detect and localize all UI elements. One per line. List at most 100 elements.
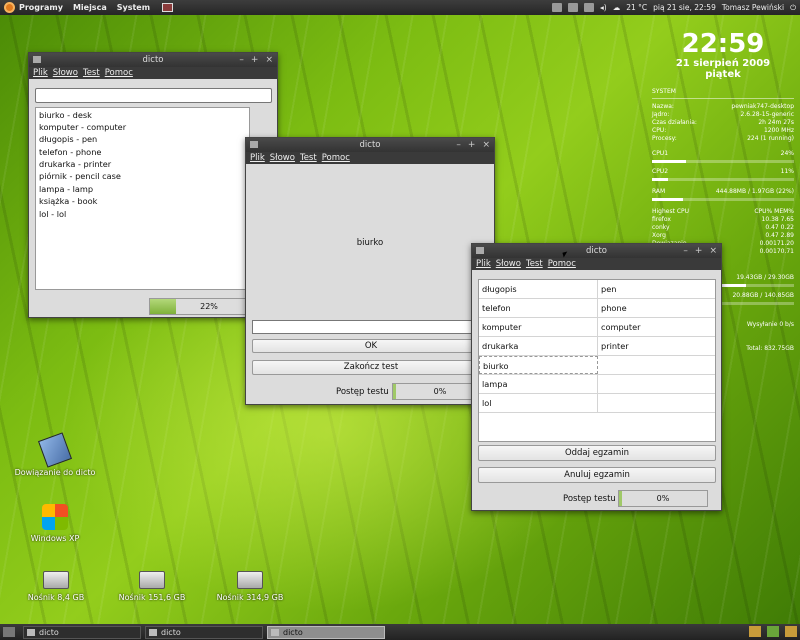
trash-icon[interactable] <box>785 626 797 637</box>
menu-pomoc[interactable]: Pomoc <box>322 153 350 163</box>
ok-button[interactable]: OK <box>252 339 490 353</box>
polish-word-cell: lampa <box>479 375 598 393</box>
window-titlebar[interactable]: dicto – + × <box>246 138 494 152</box>
end-test-button[interactable]: Zakończ test <box>252 360 490 375</box>
volume-icon[interactable]: ◂) <box>600 3 607 12</box>
window-titlebar[interactable]: dicto – + × <box>29 53 277 67</box>
taskbar-item-active[interactable]: dicto <box>267 625 385 639</box>
temperature[interactable]: 21 °C <box>626 3 647 12</box>
desktop-icon-drive-3[interactable]: Nośnik 314,9 GB <box>210 571 290 602</box>
answer-input[interactable] <box>252 320 490 334</box>
menu-pomoc[interactable]: Pomoc <box>548 259 576 269</box>
answer-cell[interactable]: pen <box>598 280 715 298</box>
menu-programy[interactable]: Programy <box>19 3 63 12</box>
minimize-icon[interactable]: – <box>456 138 461 152</box>
hard-drive-icon <box>139 571 165 589</box>
desktop-icon-dicto-link[interactable]: Dowiązanie do dicto <box>10 432 100 477</box>
list-item[interactable]: długopis - pen <box>36 133 249 145</box>
proc-value: 0.47 0.22 <box>765 224 794 231</box>
ubuntu-logo-icon[interactable] <box>4 2 15 13</box>
bottom-panel: dicto dicto dicto <box>0 624 800 640</box>
list-item[interactable]: telefon - phone <box>36 145 249 157</box>
desktop-icon-label: Dowiązanie do dicto <box>14 468 96 477</box>
table-row: biurko <box>479 356 715 375</box>
show-desktop-icon[interactable] <box>3 627 15 637</box>
conky-key: CPU: <box>652 127 667 134</box>
desktop-icon-drive-1[interactable]: Nośnik 8,4 GB <box>16 571 96 602</box>
cpu2-value: 11% <box>780 168 794 175</box>
clock[interactable]: pią 21 sie, 22:59 <box>653 3 716 12</box>
proc-value: 0.47 2.89 <box>765 232 794 239</box>
network-icon[interactable] <box>551 3 562 12</box>
menu-slowo[interactable]: Słowo <box>270 153 295 163</box>
progress-label: Postęp testu <box>336 387 389 397</box>
polish-word-cell: biurko <box>479 356 598 374</box>
menu-test[interactable]: Test <box>526 259 543 269</box>
proc-name: firefox <box>652 216 671 223</box>
minimize-icon[interactable]: – <box>683 244 688 258</box>
list-item[interactable]: drukarka - printer <box>36 158 249 170</box>
word-entry[interactable] <box>35 88 272 103</box>
close-icon[interactable]: × <box>265 53 273 67</box>
cancel-exam-button[interactable]: Anuluj egzamin <box>478 467 716 483</box>
conky-date: 21 sierpień 2009 <box>675 58 771 69</box>
minimize-icon[interactable]: – <box>239 53 244 67</box>
menu-system[interactable]: System <box>117 3 150 12</box>
answer-cell[interactable]: computer <box>598 318 715 336</box>
power-icon[interactable]: ⏻ <box>790 3 796 13</box>
progress-label: Postęp testu <box>563 494 616 504</box>
window-titlebar[interactable]: dicto – + × <box>472 244 721 258</box>
answer-cell[interactable] <box>598 394 715 412</box>
list-item[interactable]: piórnik - pencil case <box>36 170 249 182</box>
close-icon[interactable]: × <box>482 138 490 152</box>
cpu2-label: CPU2 <box>652 168 669 175</box>
list-item[interactable]: komputer - computer <box>36 120 249 132</box>
menu-plik[interactable]: Plik <box>250 153 265 163</box>
ram-value: 444.88MB / 1.97GB (22%) <box>715 188 794 195</box>
menu-test[interactable]: Test <box>83 68 100 78</box>
menu-slowo[interactable]: Słowo <box>496 259 521 269</box>
submit-exam-button[interactable]: Oddaj egzamin <box>478 445 716 461</box>
taskbar-item[interactable]: dicto <box>23 625 141 639</box>
polish-word-cell: komputer <box>479 318 598 336</box>
list-item[interactable]: lol - lol <box>36 207 249 219</box>
menu-pomoc[interactable]: Pomoc <box>105 68 133 78</box>
desktop-icon-drive-2[interactable]: Nośnik 151,6 GB <box>110 571 194 602</box>
answer-cell[interactable] <box>598 356 715 374</box>
answer-cell[interactable]: printer <box>598 337 715 355</box>
close-icon[interactable]: × <box>709 244 717 258</box>
proc-value: 0.00171.20 <box>759 240 794 247</box>
desktop-icon-windows-xp[interactable]: Windows XP <box>20 504 90 543</box>
mail-icon[interactable] <box>567 3 578 12</box>
menu-plik[interactable]: Plik <box>476 259 491 269</box>
menubar: Plik Słowo Test Pomoc <box>29 67 277 79</box>
answer-cell[interactable] <box>598 375 715 393</box>
maximize-icon[interactable]: + <box>695 244 703 258</box>
list-item[interactable]: biurko - desk <box>36 108 249 120</box>
ram-bar <box>652 198 794 201</box>
answer-cell[interactable]: phone <box>598 299 715 317</box>
menu-plik[interactable]: Plik <box>33 68 48 78</box>
weather-icon: ☁ <box>612 3 621 12</box>
table-row: drukarka printer <box>479 337 715 356</box>
workspace-icon[interactable] <box>767 626 779 637</box>
maximize-icon[interactable]: + <box>468 138 476 152</box>
list-item[interactable]: lampa - lamp <box>36 182 249 194</box>
menu-miejsca[interactable]: Miejsca <box>73 3 107 12</box>
notification-icon[interactable] <box>583 3 594 12</box>
terminal-launcher-icon[interactable] <box>162 3 174 12</box>
menu-slowo[interactable]: Słowo <box>53 68 78 78</box>
menu-test[interactable]: Test <box>300 153 317 163</box>
user-name[interactable]: Tomasz Pewiński <box>722 3 784 12</box>
dicto-test-window: dicto – + × Plik Słowo Test Pomoc biurko O… <box>245 137 495 405</box>
taskbar-item[interactable]: dicto <box>145 625 263 639</box>
word-list[interactable]: biurko - desk komputer - computer długop… <box>35 107 250 290</box>
workspace-switcher-icon[interactable] <box>749 626 761 637</box>
current-word: biurko <box>356 238 384 248</box>
disk1-usage: 19.43GB / 29.30GB <box>736 274 794 281</box>
list-item[interactable]: książka - book <box>36 195 249 207</box>
maximize-icon[interactable]: + <box>251 53 259 67</box>
desktop-icon-label: Nośnik 151,6 GB <box>118 593 186 602</box>
proc-name: Xorg <box>652 232 666 239</box>
window-icon <box>27 628 35 636</box>
